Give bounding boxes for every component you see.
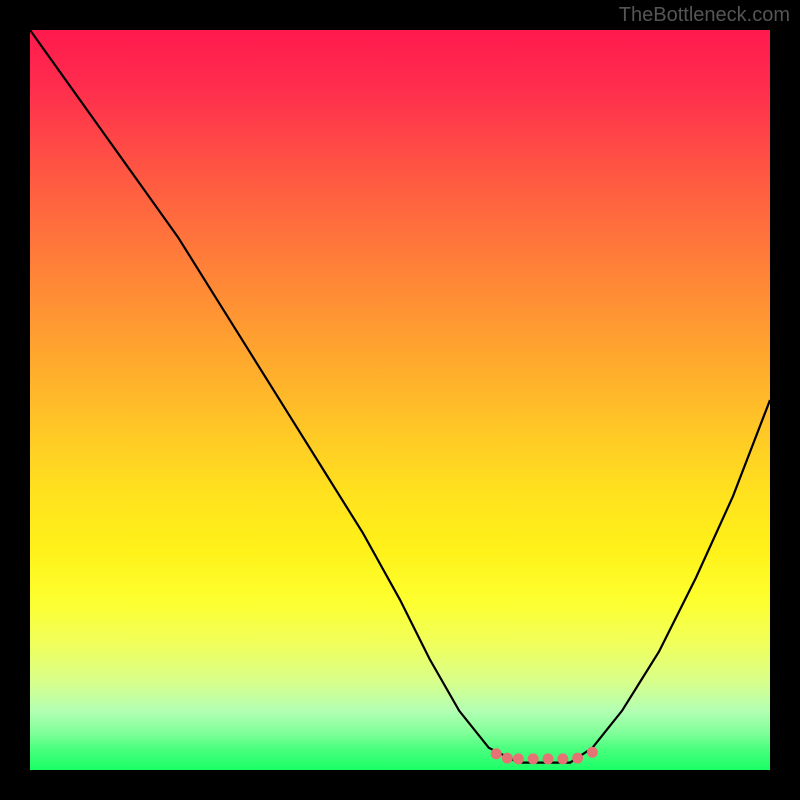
optimal-marker-dot [587,747,598,758]
optimal-marker-dot [513,753,524,764]
optimal-marker-dot [528,753,539,764]
optimal-zone-markers [491,747,598,765]
optimal-marker-dot [557,753,568,764]
optimal-marker-dot [543,753,554,764]
optimal-marker-dot [502,753,513,764]
optimal-marker-dot [491,748,502,759]
chart-container: TheBottleneck.com [0,0,800,800]
chart-svg [30,30,770,770]
optimal-marker-dot [572,753,583,764]
watermark-text: TheBottleneck.com [619,4,790,27]
bottleneck-curve [30,30,770,763]
